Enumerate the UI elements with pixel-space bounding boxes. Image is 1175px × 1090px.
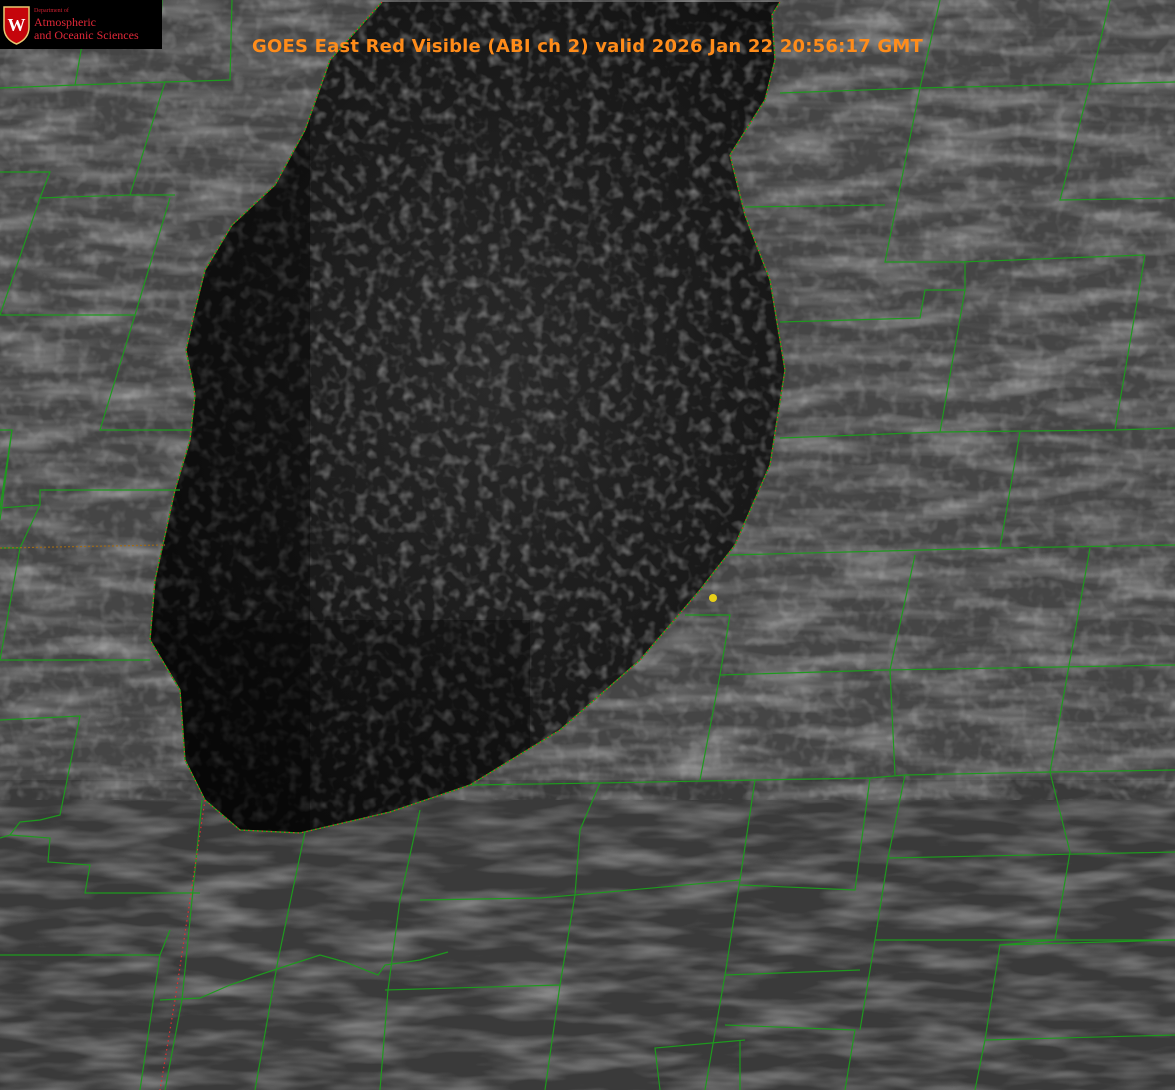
department-logo[interactable]: W Department of Atmospheric and Oceanic … — [0, 0, 162, 49]
location-marker[interactable] — [709, 594, 717, 602]
logo-department-text: Department of — [34, 8, 69, 14]
logo-line-2: and Oceanic Sciences — [34, 28, 139, 42]
satellite-map — [0, 0, 1175, 1090]
satellite-map-view: GOES East Red Visible (ABI ch 2) valid 2… — [0, 0, 1175, 1090]
uw-crest-icon: W — [3, 6, 30, 45]
crest-letter: W — [8, 15, 26, 35]
map-title: GOES East Red Visible (ABI ch 2) valid 2… — [251, 36, 923, 57]
